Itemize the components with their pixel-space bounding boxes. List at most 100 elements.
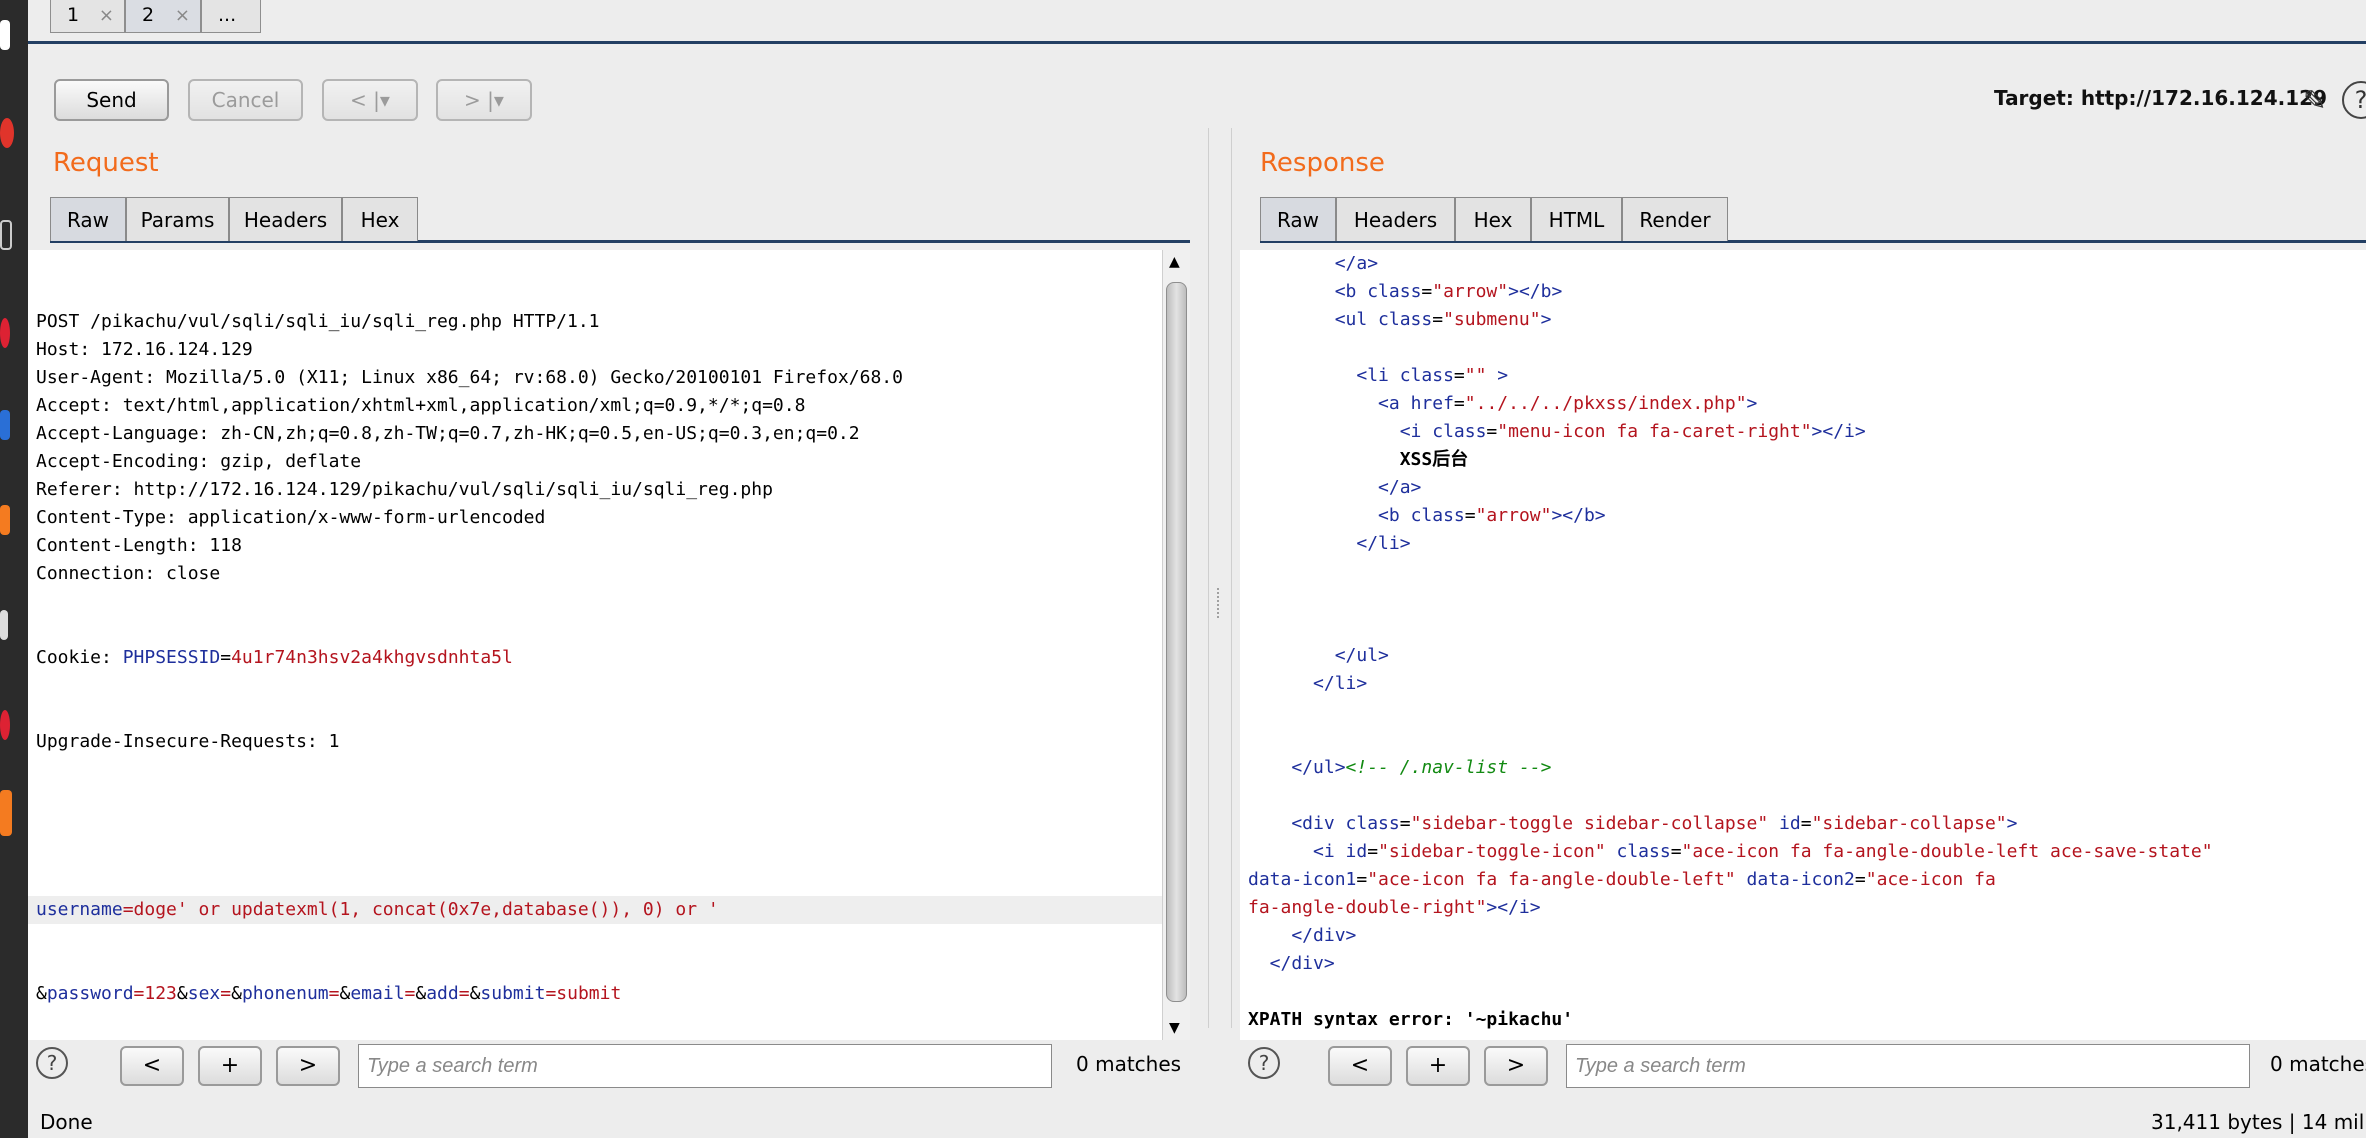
- tab-render[interactable]: Render: [1622, 197, 1728, 241]
- response-token: "sidebar-toggle-icon": [1378, 841, 1606, 862]
- tab-label: ...: [218, 4, 237, 26]
- tab-headers[interactable]: Headers: [1336, 197, 1455, 241]
- repeater-tab-1[interactable]: 1 ×: [50, 0, 125, 33]
- response-token: =: [1486, 421, 1498, 442]
- response-token: =: [1421, 281, 1433, 302]
- response-token: </a>: [1248, 477, 1422, 498]
- cookie-value: 4u1r74n3hsv2a4khgvsdnhta5l: [231, 647, 513, 668]
- dock-app-icon[interactable]: [0, 505, 10, 535]
- body-token: &: [469, 983, 481, 1004]
- status-text: Done: [40, 1110, 93, 1134]
- tab-hex[interactable]: Hex: [342, 197, 418, 241]
- help-icon[interactable]: ?: [2342, 81, 2366, 119]
- response-token: class: [1432, 421, 1487, 442]
- search-prev-button[interactable]: <: [1328, 1046, 1392, 1086]
- response-token: =: [1367, 841, 1379, 862]
- close-icon[interactable]: ×: [99, 0, 114, 31]
- response-editor[interactable]: </a> <b class="arrow"></b> <ul class="su…: [1240, 250, 2366, 1040]
- dock-app-icon[interactable]: [0, 790, 12, 836]
- scrollbar-thumb[interactable]: [1166, 282, 1187, 1002]
- cookie-label: Cookie:: [36, 647, 123, 668]
- request-scrollbar[interactable]: ▲ ▼: [1162, 250, 1190, 1040]
- search-prev-button[interactable]: <: [120, 1046, 184, 1086]
- search-next-button[interactable]: >: [276, 1046, 340, 1086]
- send-button[interactable]: Send: [54, 79, 169, 121]
- response-token: >: [1746, 393, 1758, 414]
- cookie-equals: =: [220, 647, 232, 668]
- close-icon[interactable]: ×: [175, 0, 190, 31]
- scroll-down-icon[interactable]: ▼: [1169, 1020, 1180, 1036]
- response-token: <b: [1248, 505, 1411, 526]
- tab-html[interactable]: HTML: [1531, 197, 1622, 241]
- tab-headers[interactable]: Headers: [229, 197, 342, 241]
- response-token: fa-angle-double-right": [1248, 897, 1487, 918]
- response-line: </div>: [1240, 922, 2366, 950]
- tab-params[interactable]: Params: [126, 197, 229, 241]
- splitter-grip[interactable]: [1217, 588, 1223, 618]
- response-token: "ace-icon fa fa-angle-double-left ace-sa…: [1681, 841, 2213, 862]
- response-token: ></b>: [1508, 281, 1563, 302]
- cookie-line: Cookie: PHPSESSID=4u1r74n3hsv2a4khgvsdnh…: [28, 644, 1162, 672]
- tab-hex[interactable]: Hex: [1455, 197, 1531, 241]
- search-input[interactable]: Type a search term: [1566, 1044, 2250, 1088]
- panel-splitter[interactable]: [1208, 128, 1232, 1028]
- response-line: [1240, 782, 2366, 810]
- request-editor[interactable]: POST /pikachu/vul/sqli/sqli_iu/sqli_reg.…: [28, 250, 1162, 1040]
- dock-app-icon[interactable]: [0, 318, 10, 348]
- response-token: </ul>: [1248, 645, 1389, 666]
- search-input[interactable]: Type a search term: [358, 1044, 1052, 1088]
- search-add-button[interactable]: +: [1406, 1046, 1470, 1086]
- response-token: "": [1464, 365, 1487, 386]
- request-header-line: POST /pikachu/vul/sqli/sqli_iu/sqli_reg.…: [36, 311, 600, 332]
- response-token: =: [1356, 869, 1368, 890]
- help-icon[interactable]: ?: [36, 1047, 68, 1079]
- response-line: </ul>: [1240, 642, 2366, 670]
- response-token: class: [1378, 309, 1433, 330]
- response-token: <i: [1248, 421, 1433, 442]
- body-token: sex: [187, 983, 221, 1004]
- scroll-up-icon[interactable]: ▲: [1169, 254, 1180, 270]
- response-line: [1240, 978, 2366, 1006]
- back-button[interactable]: < |▾: [322, 79, 418, 121]
- response-line: data-icon1="ace-icon fa fa-angle-double-…: [1240, 866, 2366, 894]
- dock-app-icon[interactable]: [0, 410, 10, 440]
- dock-app-icon[interactable]: [0, 20, 10, 50]
- repeater-tab-more[interactable]: ...: [201, 0, 261, 33]
- search-next-button[interactable]: >: [1484, 1046, 1548, 1086]
- body-token: &: [36, 983, 47, 1004]
- request-header-line: Accept-Language: zh-CN,zh;q=0.8,zh-TW;q=…: [36, 423, 860, 444]
- body-token: &: [339, 983, 351, 1004]
- response-line: <b class="arrow"></b>: [1240, 502, 2366, 530]
- repeater-tab-bar: 1 × 2 × ...: [28, 0, 2366, 44]
- body-token: =123: [133, 983, 177, 1004]
- response-token: =: [1453, 365, 1465, 386]
- dock-app-icon[interactable]: [0, 118, 14, 148]
- response-token: >: [1486, 365, 1509, 386]
- tab-raw[interactable]: Raw: [50, 197, 126, 241]
- response-token: "arrow": [1475, 505, 1552, 526]
- response-line: <ul class="submenu">: [1240, 306, 2366, 334]
- response-token: ></i>: [1486, 897, 1541, 918]
- tab-raw[interactable]: Raw: [1260, 197, 1336, 241]
- pencil-icon[interactable]: ✎: [2303, 84, 2326, 117]
- response-token: href: [1410, 393, 1454, 414]
- dock-app-icon[interactable]: [0, 610, 8, 640]
- response-token: =: [1399, 813, 1411, 834]
- match-count: 0 matches: [2270, 1052, 2366, 1076]
- help-icon[interactable]: ?: [1248, 1047, 1280, 1079]
- response-token: "ace-icon fa fa-angle-double-left": [1367, 869, 1736, 890]
- response-token: "submenu": [1443, 309, 1541, 330]
- dock-app-icon[interactable]: [0, 220, 12, 250]
- forward-button[interactable]: > |▾: [436, 79, 532, 121]
- body-token: =: [458, 983, 470, 1004]
- cancel-button[interactable]: Cancel: [188, 79, 303, 121]
- response-token: <a: [1248, 393, 1411, 414]
- dock-app-icon[interactable]: [0, 710, 10, 740]
- body-token: =: [404, 983, 416, 1004]
- repeater-tab-2[interactable]: 2 ×: [125, 0, 201, 33]
- response-line: XPATH syntax error: '~pikachu': [1240, 1006, 2366, 1034]
- search-add-button[interactable]: +: [198, 1046, 262, 1086]
- request-title: Request: [53, 148, 159, 178]
- response-token: <!-- /.nav-list -->: [1345, 757, 1552, 778]
